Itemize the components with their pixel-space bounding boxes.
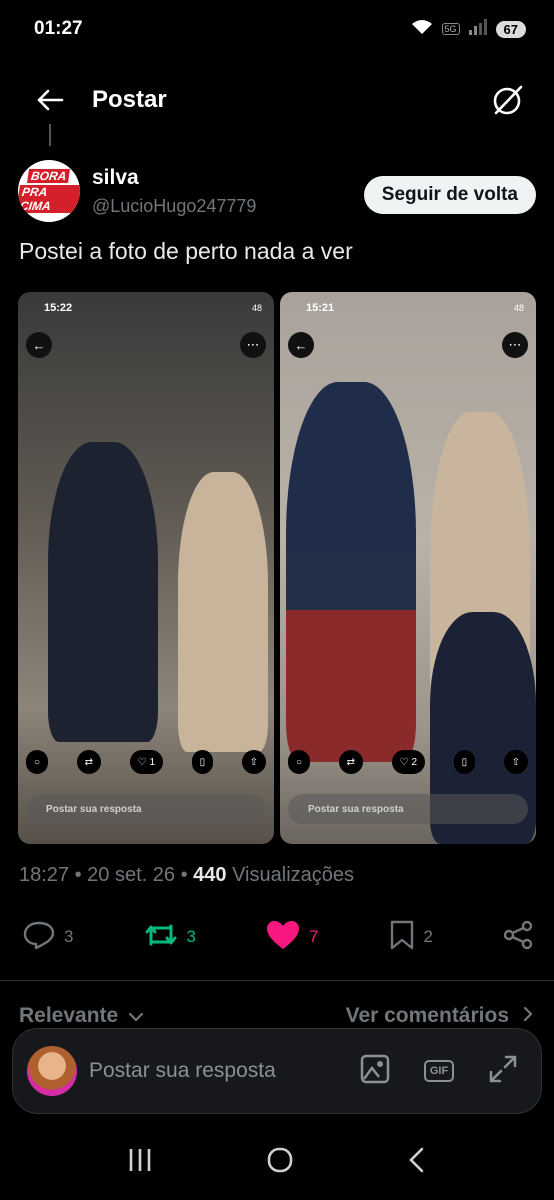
screenshot-battery: 48 <box>251 303 262 313</box>
bookmark-icon <box>388 920 416 955</box>
status-time: 01:27 <box>34 18 83 39</box>
replies-sort-bar: Relevante Ver comentários <box>19 1004 533 1028</box>
sort-label: Relevante <box>19 1004 119 1027</box>
views-count: 440 <box>193 864 227 886</box>
reply-icon <box>22 920 56 955</box>
screenshot-like-pill: ♡ 2 <box>391 750 426 774</box>
avatar-logo-line-2: PRA CIMA <box>18 185 80 213</box>
grok-icon[interactable] <box>488 80 528 120</box>
screenshot-repost-icon: ⇄ <box>338 750 363 774</box>
expand-icon <box>488 1054 518 1089</box>
post-image-2[interactable]: 15:21 48 ← ⋯ ○ ⇄ ♡ 2 ▯ ⇧ Postar sua resp… <box>280 292 536 844</box>
view-comments-label: Ver comentários <box>345 1004 509 1027</box>
author-avatar[interactable]: BORA PRA CIMA <box>18 160 80 222</box>
screenshot-back-icon: ← <box>288 332 314 358</box>
screenshot-action-row: ○ ⇄ ♡ 2 ▯ ⇧ <box>288 750 528 774</box>
screenshot-share-icon: ⇧ <box>503 750 528 774</box>
share-button[interactable] <box>502 920 534 955</box>
recent-apps-icon[interactable] <box>126 1147 154 1178</box>
post-text: Postei a foto de perto nada a ver <box>19 238 353 264</box>
avatar-logo-line-1: BORA <box>27 169 71 183</box>
image-icon <box>359 1053 391 1090</box>
screenshot-like-pill: ♡ 1 <box>129 750 164 774</box>
views-label[interactable]: Visualizações <box>232 864 354 886</box>
screenshot-share-icon: ⇧ <box>241 750 266 774</box>
screenshot-action-row: ○ ⇄ ♡ 1 ▯ ⇧ <box>26 750 266 774</box>
heart-filled-icon <box>265 919 301 956</box>
screenshot-like-count: 2 <box>411 756 418 768</box>
screenshot-back-icon: ← <box>26 332 52 358</box>
like-count: 7 <box>309 927 319 946</box>
gif-icon: GIF <box>423 1060 455 1082</box>
home-icon[interactable] <box>266 1146 294 1179</box>
wifi-icon <box>411 19 433 40</box>
bookmark-count: 2 <box>423 927 433 946</box>
screenshot-time: 15:22 <box>44 302 73 314</box>
screenshot-reply-box: Postar sua resposta <box>26 794 266 824</box>
repost-icon <box>143 920 179 955</box>
screenshot-more-icon: ⋯ <box>502 332 528 358</box>
network-badge: 5G <box>441 23 460 35</box>
view-comments-link[interactable]: Ver comentários <box>346 1004 533 1028</box>
follow-back-button[interactable]: Seguir de volta <box>363 176 536 214</box>
screenshot-reply-icon: ○ <box>26 750 49 774</box>
post-image-1[interactable]: 15:22 48 ← ⋯ ○ ⇄ ♡ 1 ▯ ⇧ Postar sua resp… <box>18 292 274 844</box>
screenshot-reply-box: Postar sua resposta <box>288 794 528 824</box>
screenshot-bookmark-icon: ▯ <box>191 750 214 774</box>
screenshot-reply-icon: ○ <box>288 750 311 774</box>
back-arrow-icon[interactable] <box>30 80 70 120</box>
like-button[interactable]: 7 <box>265 919 318 956</box>
screenshot-battery: 48 <box>513 303 524 313</box>
chevron-right-icon <box>523 1004 533 1028</box>
system-back-icon[interactable] <box>406 1146 428 1179</box>
screenshot-like-count: 1 <box>149 756 156 768</box>
post-action-bar: 3 3 7 2 <box>22 915 534 959</box>
person-figure <box>286 382 416 762</box>
post-timestamp: 18:27 • 20 set. 26 • <box>19 864 188 886</box>
page-title: Postar <box>92 86 167 113</box>
thread-line <box>49 124 51 146</box>
screenshot-bookmark-icon: ▯ <box>453 750 476 774</box>
gif-button[interactable]: GIF <box>415 1047 463 1095</box>
screenshot-repost-icon: ⇄ <box>76 750 101 774</box>
repost-button[interactable]: 3 <box>143 920 196 955</box>
system-nav-bar <box>0 1125 554 1200</box>
share-icon <box>502 920 534 955</box>
divider <box>0 980 554 981</box>
author-info: silva @LucioHugo247779 <box>92 160 364 217</box>
chevron-down-icon <box>128 1004 144 1028</box>
post-meta: 18:27 • 20 set. 26 • 440 Visualizações <box>19 864 354 887</box>
reply-count: 3 <box>64 927 74 946</box>
screenshot-more-icon: ⋯ <box>240 332 266 358</box>
bookmark-button[interactable]: 2 <box>388 920 433 955</box>
person-figure <box>48 442 158 742</box>
post-header: BORA PRA CIMA silva @LucioHugo247779 Seg… <box>18 160 536 226</box>
status-icons: 5G 67 <box>411 18 526 40</box>
status-bar: 01:27 5G 67 <box>0 0 554 58</box>
image-picker-button[interactable] <box>351 1047 399 1095</box>
person-figure <box>178 472 268 752</box>
author-handle[interactable]: @LucioHugo247779 <box>92 196 364 217</box>
expand-button[interactable] <box>479 1047 527 1095</box>
user-avatar <box>27 1046 77 1096</box>
battery-indicator: 67 <box>495 20 526 38</box>
repost-count: 3 <box>186 927 196 946</box>
screenshot-time: 15:21 <box>306 302 335 314</box>
reply-input[interactable]: Postar sua resposta <box>89 1059 335 1083</box>
top-bar: Postar <box>0 58 554 142</box>
reply-button[interactable]: 3 <box>22 920 73 955</box>
author-name[interactable]: silva <box>92 166 364 190</box>
sort-dropdown[interactable]: Relevante <box>19 1004 144 1028</box>
signal-icon <box>468 18 487 40</box>
reply-composer: Postar sua resposta GIF <box>12 1028 542 1114</box>
